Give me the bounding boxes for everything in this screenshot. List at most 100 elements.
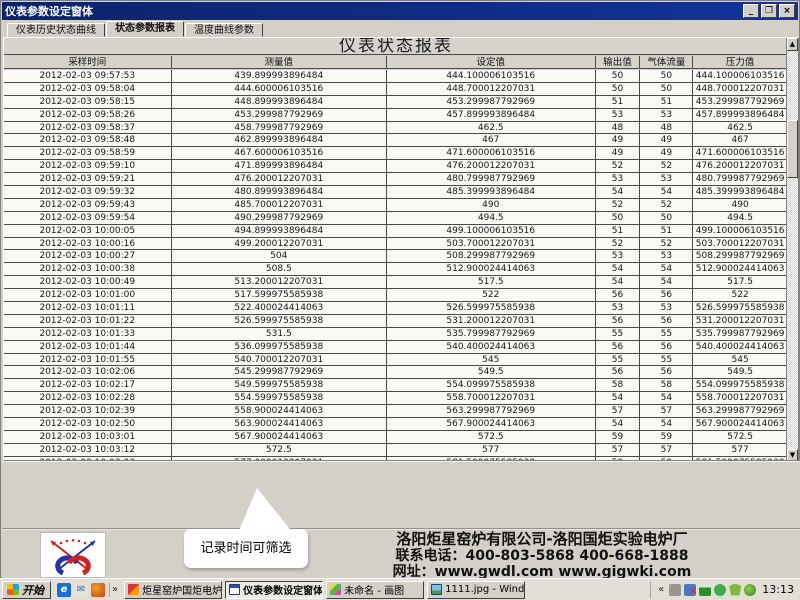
table-row[interactable]: 2012-02-03 10:02:17549.599975585938554.0… [4,379,788,392]
scroll-up-icon[interactable]: ▲ [787,38,798,51]
column-header: 测量值 [172,56,387,69]
cell: 558.900024414063 [172,405,387,417]
cell: 2012-02-03 10:01:00 [4,289,172,301]
shield-icon[interactable] [729,584,741,596]
cell: 2012-02-03 10:03:01 [4,431,172,443]
taskbar-button[interactable]: 仪表参数设定窗体 [225,581,323,599]
cell: 444.600006103516 [172,83,387,95]
network-error-icon[interactable] [684,584,696,596]
table-row[interactable]: 2012-02-03 10:02:50563.900024414063567.9… [4,418,788,431]
table-row[interactable]: 2012-02-03 09:58:48462.89999389648446749… [4,134,788,147]
taskbar-button[interactable]: 1111.jpg - Windows ... [427,581,525,599]
cell: 52 [640,199,693,211]
ie-icon[interactable]: e [57,583,71,597]
table-row[interactable]: 2012-02-03 09:58:15448.899993896484453.2… [4,96,788,109]
vertical-scrollbar[interactable]: ▲ ▼ [786,38,798,461]
scrollbar-thumb[interactable] [787,120,798,178]
cell: 57 [640,444,693,456]
cell: 563.900024414063 [172,418,387,430]
table-row[interactable]: 2012-02-03 09:58:26453.299987792969457.8… [4,109,788,122]
cell: 536.099975585938 [172,341,387,353]
table-row[interactable]: 2012-02-03 10:00:38508.5512.900024414063… [4,263,788,276]
table-row[interactable]: 2012-02-03 10:01:55540.70001220703154555… [4,354,788,367]
table-row[interactable]: 2012-02-03 09:59:43485.70001220703149052… [4,199,788,212]
media-icon[interactable] [91,583,105,597]
table-row[interactable]: 2012-02-03 10:01:11522.400024414063526.5… [4,302,788,315]
table-row[interactable]: 2012-02-03 10:03:12572.55775757577 [4,444,788,457]
table-row[interactable]: 2012-02-03 10:00:27504508.29998779296953… [4,250,788,263]
table-row[interactable]: 2012-02-03 10:02:39558.900024414063563.2… [4,405,788,418]
app-icon [128,584,139,595]
cell: 53 [596,173,641,185]
mail-icon[interactable]: ✉ [74,583,88,597]
cell: 54 [640,392,693,404]
cell: 526.599975585938 [387,302,595,314]
tab-3[interactable]: 温度曲线参数 [185,23,263,37]
taskbar-button[interactable]: 炬星窑炉国炬电炉监... [124,581,222,599]
safety-icon[interactable] [714,584,726,596]
cell: 471.600006103516 [387,147,595,159]
cell: 448.700012207031 [693,83,788,95]
table-row[interactable]: 2012-02-03 09:58:04444.600006103516448.7… [4,83,788,96]
window-title: 仪表参数设定窗体 [5,3,743,19]
minimize-button[interactable]: _ [743,4,759,18]
table-row[interactable]: 2012-02-03 09:57:53439.899993896484444.1… [4,70,788,83]
cell: 51 [640,225,693,237]
table-row[interactable]: 2012-02-03 10:01:22526.599975585938531.2… [4,315,788,328]
cell: 549.599975585938 [172,379,387,391]
taskbar-button[interactable]: 未命名 - 画图 [326,581,424,599]
table-row[interactable]: 2012-02-03 10:03:01567.900024414063572.5… [4,431,788,444]
table-row[interactable]: 2012-02-03 10:01:44536.099975585938540.4… [4,341,788,354]
cell: 471.899993896484 [172,160,387,172]
close-button[interactable]: × [779,4,795,18]
cell: 517.599975585938 [172,289,387,301]
cell: 59 [596,431,641,443]
table-row[interactable]: 2012-02-03 10:02:06545.299987792969549.5… [4,366,788,379]
table-row[interactable]: 2012-02-03 09:59:10471.899993896484476.2… [4,160,788,173]
cell: 554.099975585938 [387,379,595,391]
cell: 480.799987792969 [387,173,595,185]
cell: 52 [640,160,693,172]
tab-2[interactable]: 状态参数报表 [106,21,184,37]
cell: 2012-02-03 09:58:48 [4,134,172,146]
cell: 453.299987792969 [387,96,595,108]
cell: 52 [640,238,693,250]
cell: 526.599975585938 [693,302,788,314]
table-row[interactable]: 2012-02-03 10:00:05494.899993896484499.1… [4,225,788,238]
table-row[interactable]: 2012-02-03 10:01:33531.5535.799987792969… [4,328,788,341]
table-row[interactable]: 2012-02-03 09:58:59467.600006103516471.6… [4,147,788,160]
table-row[interactable]: 2012-02-03 09:59:32480.899993896484485.3… [4,186,788,199]
cell: 58 [596,379,641,391]
overflow-chevron-icon[interactable]: » [110,584,120,595]
form-icon [229,584,240,595]
cell: 55 [596,354,641,366]
cell: 53 [640,173,693,185]
signal-icon[interactable] [699,584,711,596]
callout-tail [231,487,295,535]
printer-icon[interactable] [669,584,681,596]
tray-chevron-icon[interactable]: « [656,584,666,595]
scroll-down-icon[interactable]: ▼ [787,449,798,461]
filter-panel: 起始时间 2012-02-03 09:42 ▼ 终止时间 2012-02-03 … [2,461,800,528]
cell: 485.399993896484 [693,186,788,198]
cell: 54 [596,392,641,404]
start-button[interactable]: 开始 [2,581,51,599]
cell: 2012-02-03 09:58:37 [4,122,172,134]
column-header: 压力值 [693,56,788,69]
cell: 545 [693,354,788,366]
footer-bar: 洛阳炬星窑炉有限公司-洛阳国炬实验电炉厂 联系电话：400-803-5868 4… [2,528,800,578]
report-title: 仪表状态报表 [4,38,788,55]
restore-button[interactable]: ❐ [761,4,777,18]
cell: 50 [640,212,693,224]
table-row[interactable]: 2012-02-03 09:59:21476.200012207031480.7… [4,173,788,186]
table-row[interactable]: 2012-02-03 10:01:00517.59997558593852256… [4,289,788,302]
tab-1[interactable]: 仪表历史状态曲线 [7,23,105,37]
cell: 485.700012207031 [172,199,387,211]
update-icon[interactable] [744,584,756,596]
table-row[interactable]: 2012-02-03 09:59:54490.299987792969494.5… [4,212,788,225]
table-row[interactable]: 2012-02-03 10:00:16499.200012207031503.7… [4,238,788,251]
table-row[interactable]: 2012-02-03 10:02:28554.599975585938558.7… [4,392,788,405]
title-bar[interactable]: 仪表参数设定窗体 _ ❐ × [2,2,798,20]
table-row[interactable]: 2012-02-03 10:00:49513.200012207031517.5… [4,276,788,289]
table-row[interactable]: 2012-02-03 09:58:37458.799987792969462.5… [4,122,788,135]
